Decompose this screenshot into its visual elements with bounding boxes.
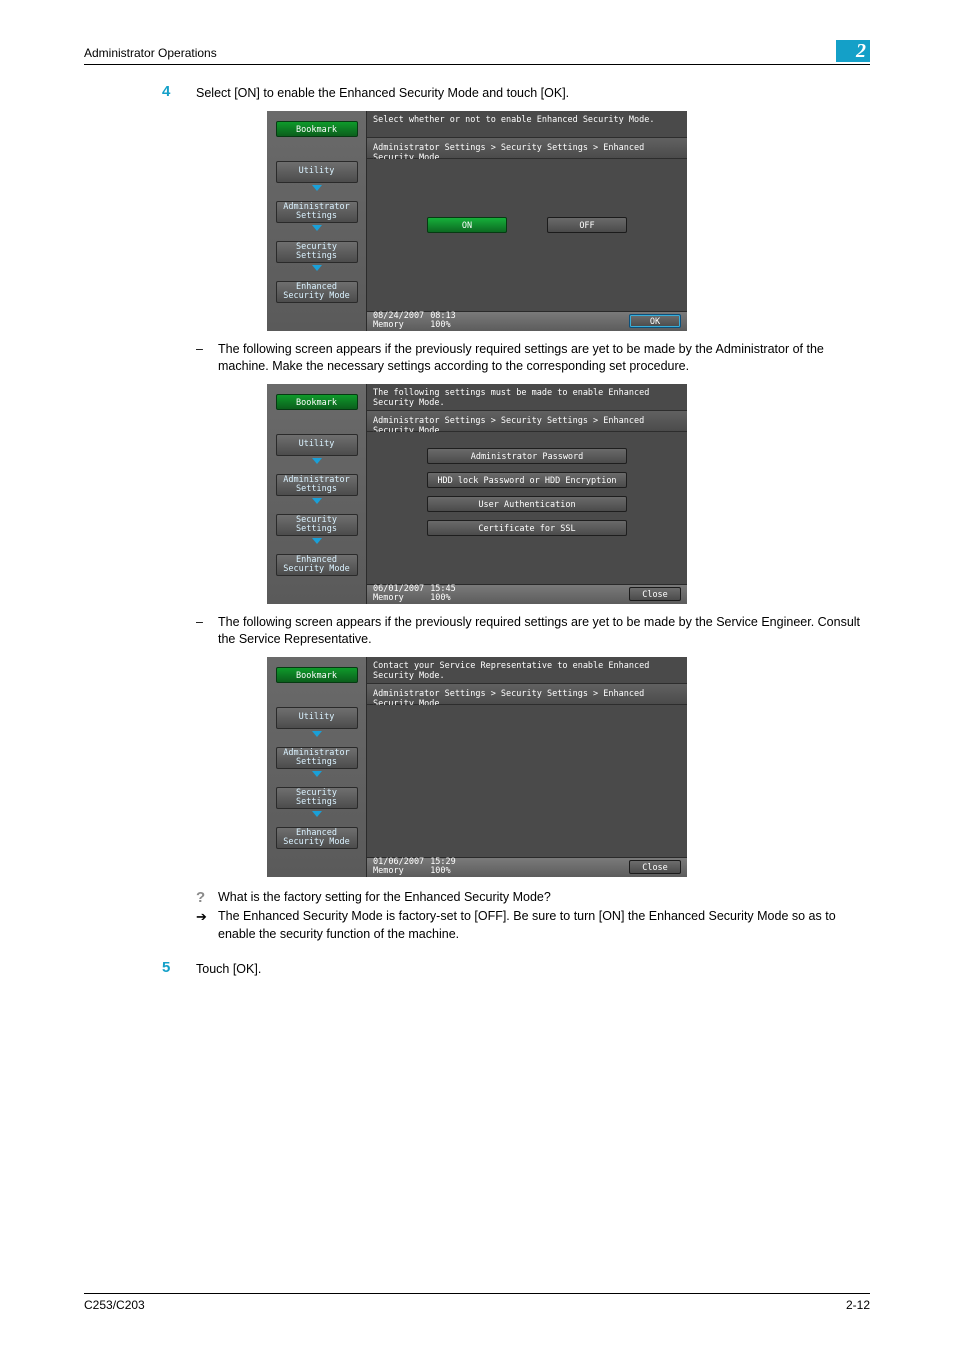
panel-message: The following settings must be made to e… [367, 384, 687, 410]
device-panel-3: Bookmark Utility Administrator Settings … [267, 657, 687, 877]
setting-admin-password[interactable]: Administrator Password [427, 448, 627, 464]
answer-text: The Enhanced Security Mode is factory-se… [218, 908, 870, 943]
crumb-utility[interactable]: Utility [276, 161, 358, 183]
crumb-security[interactable]: Security Settings [276, 241, 358, 263]
bookmark-button[interactable]: Bookmark [276, 121, 358, 137]
bullet: – [196, 341, 218, 376]
step-text: Select [ON] to enable the Enhanced Secur… [196, 83, 569, 103]
setting-hdd-lock[interactable]: HDD lock Password or HDD Encryption [427, 472, 627, 488]
panel-breadcrumb: Administrator Settings > Security Settin… [367, 137, 687, 159]
status-memory-label: Memory [373, 867, 424, 876]
panel-sidebar: Bookmark Utility Administrator Settings … [267, 384, 367, 604]
bullet: – [196, 614, 218, 649]
step-4: 4 Select [ON] to enable the Enhanced Sec… [162, 83, 870, 103]
crumb-utility[interactable]: Utility [276, 707, 358, 729]
question-icon: ? [196, 889, 218, 907]
close-button[interactable]: Close [629, 860, 681, 874]
device-panel-1: Bookmark Utility Administrator Settings … [267, 111, 687, 331]
step-number: 5 [162, 959, 196, 979]
arrow-down-icon [312, 185, 322, 191]
step-text: Touch [OK]. [196, 959, 261, 979]
answer-row: ➔ The Enhanced Security Mode is factory-… [196, 908, 870, 943]
chapter-badge: 2 [836, 40, 870, 62]
crumb-admin[interactable]: Administrator Settings [276, 474, 358, 496]
question-text: What is the factory setting for the Enha… [218, 889, 870, 907]
panel-message: Contact your Service Representative to e… [367, 657, 687, 683]
bookmark-button[interactable]: Bookmark [276, 667, 358, 683]
setting-ssl-cert[interactable]: Certificate for SSL [427, 520, 627, 536]
device-panel-2: Bookmark Utility Administrator Settings … [267, 384, 687, 604]
close-button[interactable]: Close [629, 587, 681, 601]
status-memory-value: 100% [430, 594, 456, 603]
arrow-down-icon [312, 225, 322, 231]
step-5: 5 Touch [OK]. [162, 959, 870, 979]
ok-button[interactable]: OK [629, 314, 681, 328]
panel-sidebar: Bookmark Utility Administrator Settings … [267, 111, 367, 331]
crumb-enhanced[interactable]: Enhanced Security Mode [276, 281, 358, 303]
header-title: Administrator Operations [84, 46, 217, 62]
crumb-admin[interactable]: Administrator Settings [276, 201, 358, 223]
status-memory-value: 100% [430, 867, 456, 876]
arrow-down-icon [312, 458, 322, 464]
arrow-down-icon [312, 498, 322, 504]
status-memory-label: Memory [373, 321, 424, 330]
panel-message: Select whether or not to enable Enhanced… [367, 111, 687, 137]
header-rule [84, 64, 870, 65]
step-number: 4 [162, 83, 196, 103]
arrow-right-icon: ➔ [196, 908, 218, 943]
arrow-down-icon [312, 771, 322, 777]
sub-text: The following screen appears if the prev… [218, 341, 870, 376]
arrow-down-icon [312, 265, 322, 271]
sub-text: The following screen appears if the prev… [218, 614, 870, 649]
arrow-down-icon [312, 731, 322, 737]
sub-note-2: – The following screen appears if the pr… [196, 614, 870, 649]
off-button[interactable]: OFF [547, 217, 627, 233]
arrow-down-icon [312, 538, 322, 544]
page-header: Administrator Operations 2 [84, 40, 870, 62]
panel-status-bar: 08/24/2007 Memory 08:13 100% OK [367, 311, 687, 331]
footer-page: 2-12 [846, 1298, 870, 1312]
crumb-admin[interactable]: Administrator Settings [276, 747, 358, 769]
arrow-down-icon [312, 811, 322, 817]
panel-status-bar: 06/01/2007 Memory 15:45 100% Close [367, 584, 687, 604]
panel-status-bar: 01/06/2007 Memory 15:29 100% Close [367, 857, 687, 877]
status-memory-value: 100% [430, 321, 456, 330]
setting-user-auth[interactable]: User Authentication [427, 496, 627, 512]
crumb-enhanced[interactable]: Enhanced Security Mode [276, 554, 358, 576]
panel-sidebar: Bookmark Utility Administrator Settings … [267, 657, 367, 877]
panel-breadcrumb: Administrator Settings > Security Settin… [367, 683, 687, 705]
question-row: ? What is the factory setting for the En… [196, 889, 870, 907]
on-button[interactable]: ON [427, 217, 507, 233]
panel-breadcrumb: Administrator Settings > Security Settin… [367, 410, 687, 432]
bookmark-button[interactable]: Bookmark [276, 394, 358, 410]
crumb-utility[interactable]: Utility [276, 434, 358, 456]
crumb-security[interactable]: Security Settings [276, 514, 358, 536]
crumb-security[interactable]: Security Settings [276, 787, 358, 809]
footer-model: C253/C203 [84, 1298, 145, 1312]
status-memory-label: Memory [373, 594, 424, 603]
sub-note-1: – The following screen appears if the pr… [196, 341, 870, 376]
crumb-enhanced[interactable]: Enhanced Security Mode [276, 827, 358, 849]
page-footer: C253/C203 2-12 [84, 1293, 870, 1312]
